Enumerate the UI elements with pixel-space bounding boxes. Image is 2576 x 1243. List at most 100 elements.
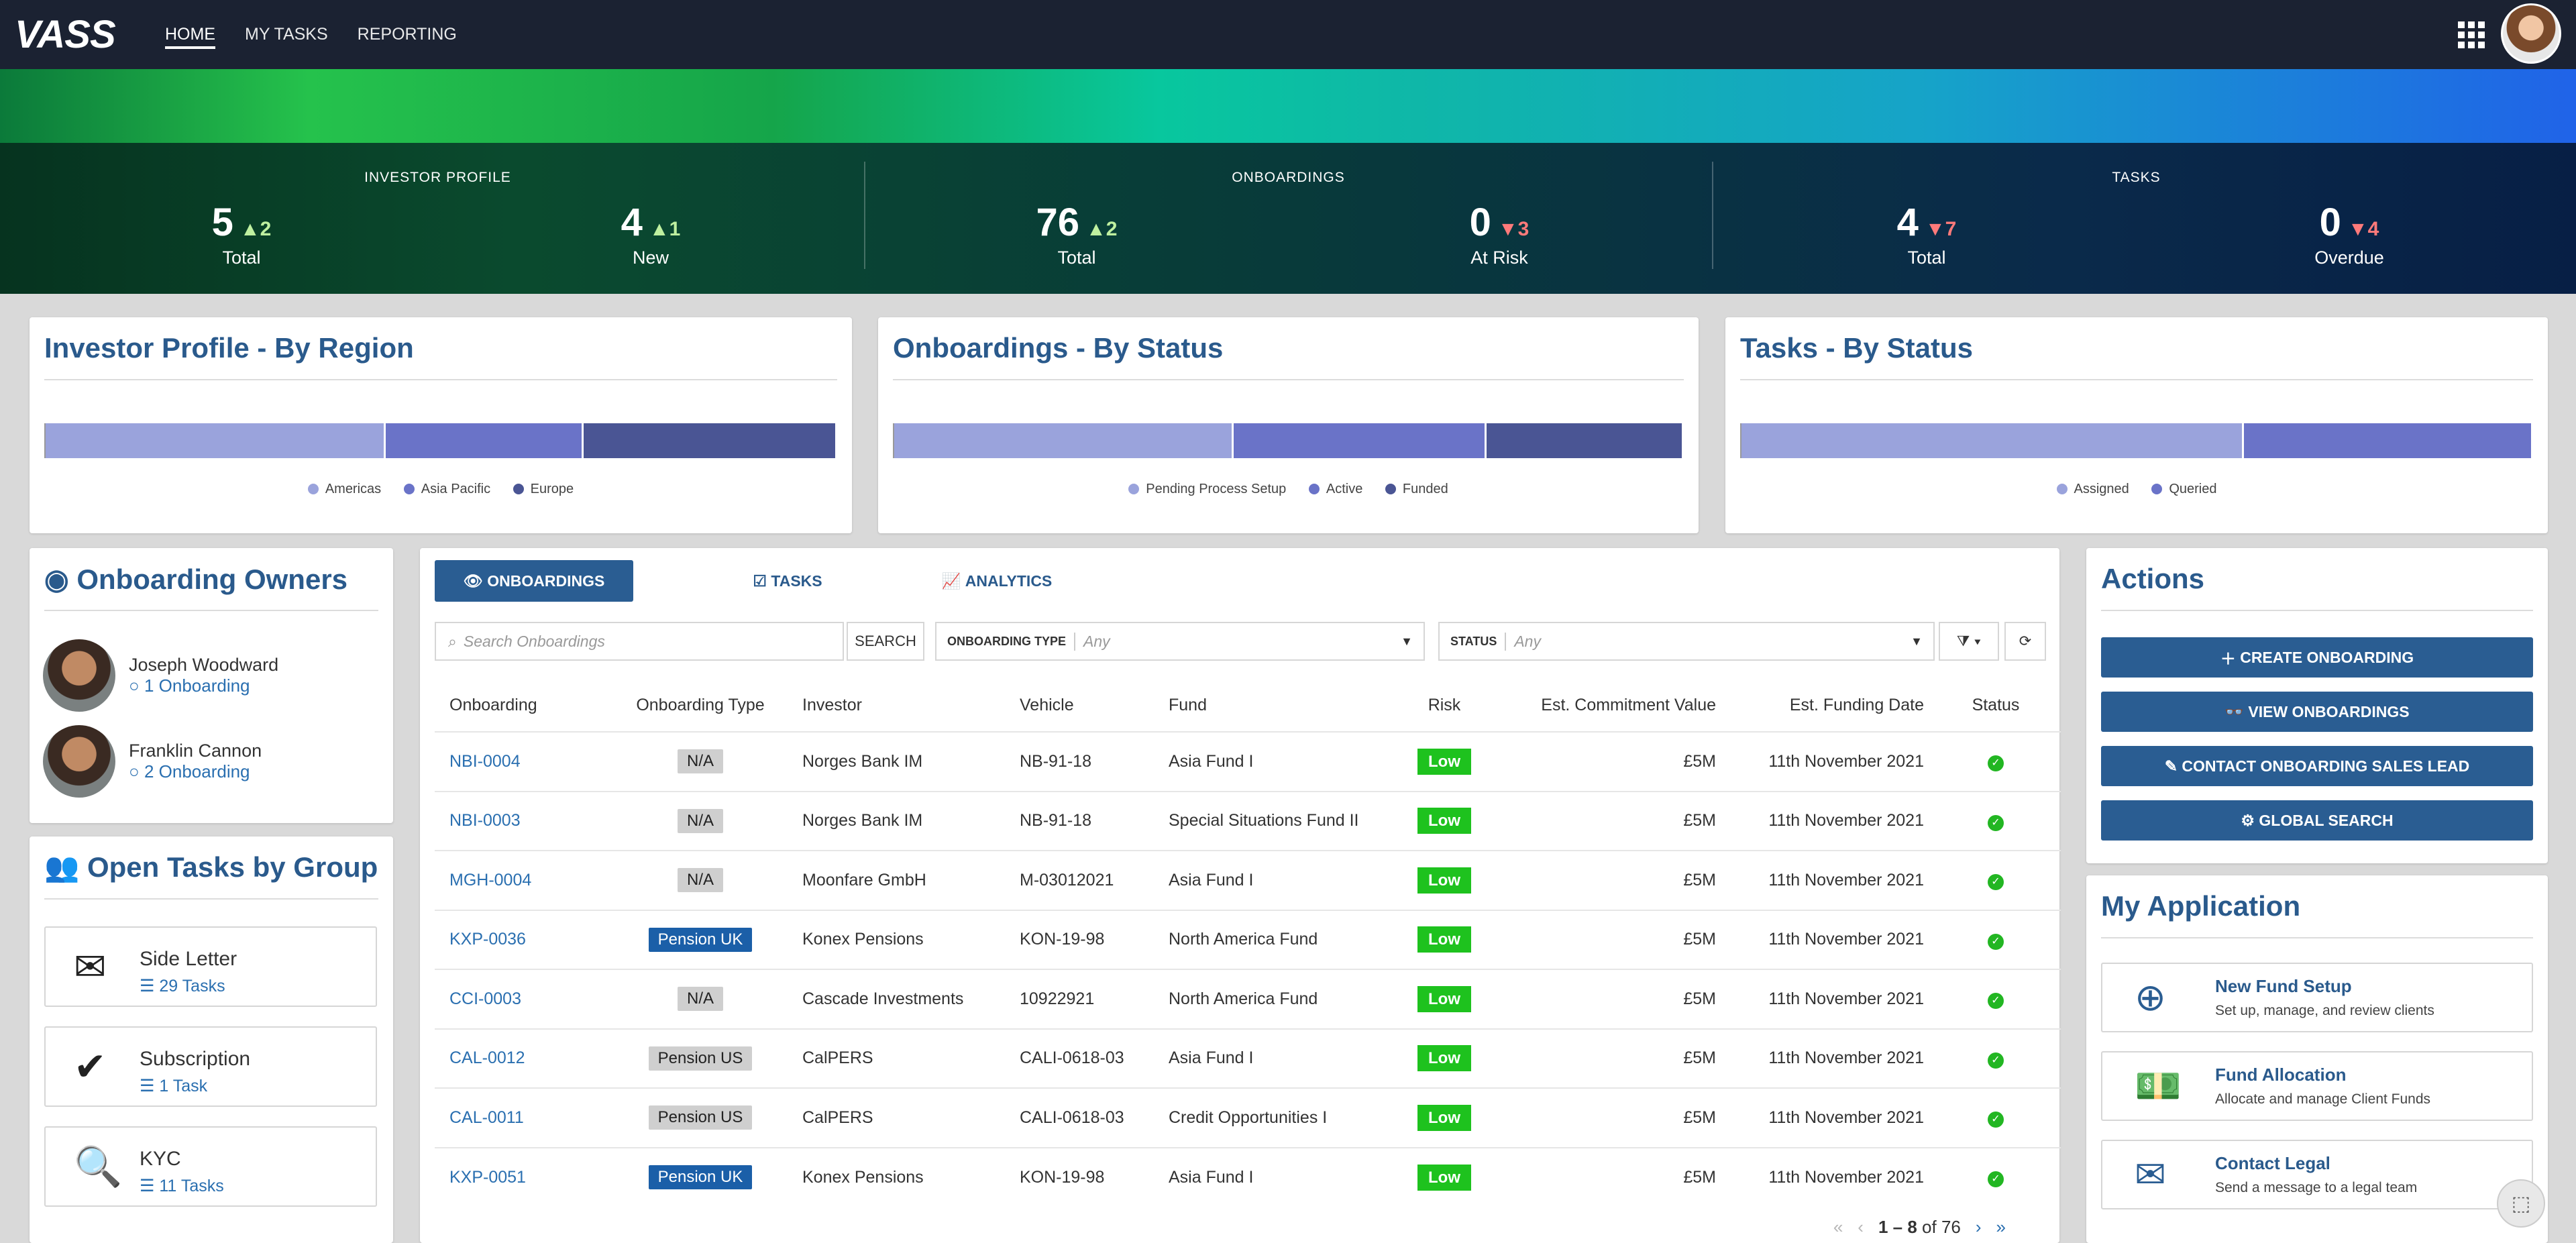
check-icon: ✔ (74, 1045, 107, 1089)
plus-circle-icon: ⊕ (2135, 976, 2166, 1018)
bar-segment-pending[interactable] (894, 423, 1234, 458)
card-title: My Application (2101, 890, 2301, 922)
bar-segment-asia-pacific[interactable] (386, 423, 584, 458)
onboarding-type-select[interactable]: ONBOARDING TYPE Any ▼ (935, 622, 1425, 661)
type-badge: Pension UK (648, 927, 753, 952)
prev-page-icon[interactable]: ‹ (1858, 1217, 1864, 1238)
col-funding-date[interactable]: Est. Funding Date (1716, 680, 1931, 732)
stat-at-risk[interactable]: 0 ▼3 At Risk (1399, 200, 1600, 268)
col-onboarding[interactable]: Onboarding (435, 680, 598, 732)
legend-item[interactable]: Europe (513, 482, 574, 496)
stacked-bar-region[interactable] (44, 423, 837, 458)
bar-segment-funded[interactable] (1486, 423, 1684, 458)
col-commitment[interactable]: Est. Commitment Value (1474, 680, 1716, 732)
app-new-fund-setup[interactable]: ⊕ New Fund Setup Set up, manage, and rev… (2101, 963, 2533, 1032)
task-group-kyc[interactable]: 🔍 KYC ☰ 11 Tasks (44, 1126, 377, 1207)
risk-badge: Low (1417, 1104, 1471, 1131)
global-search-button[interactable]: ⚙ GLOBAL SEARCH (2101, 800, 2533, 841)
col-investor[interactable]: Investor (802, 680, 1020, 732)
list-icon: ☰ (140, 1177, 155, 1195)
tab-tasks[interactable]: ☑ TASKS (687, 560, 888, 602)
bar-segment-active[interactable] (1234, 423, 1487, 458)
stat-new-investors[interactable]: 4 ▲1 New (550, 200, 751, 268)
col-risk[interactable]: Risk (1414, 680, 1474, 732)
pointer-select-icon[interactable]: ⬚ (2497, 1179, 2545, 1228)
legend-item[interactable]: Funded (1385, 482, 1448, 496)
legend-item[interactable]: Queried (2151, 482, 2217, 496)
app-contact-legal[interactable]: ✉ Contact Legal Send a message to a lega… (2101, 1140, 2533, 1209)
stat-overdue[interactable]: 0 ▼4 Overdue (2249, 200, 2450, 268)
line-chart-icon: 📈 (941, 572, 961, 590)
stat-group-title: TASKS (2112, 170, 2161, 185)
check-circle-icon: ✓ (1988, 1112, 2004, 1128)
risk-badge: Low (1417, 1164, 1471, 1191)
circle-icon: ○ (129, 761, 140, 781)
type-badge: Pension US (648, 1046, 753, 1071)
last-page-icon[interactable]: » (1996, 1217, 2006, 1238)
tab-analytics[interactable]: 📈 ANALYTICS (896, 560, 1097, 602)
table-row[interactable]: CCI-0003 N/A Cascade Investments 1092292… (435, 969, 2061, 1029)
col-fund[interactable]: Fund (1169, 680, 1414, 732)
legend-item[interactable]: Pending Process Setup (1128, 482, 1286, 496)
check-circle-icon: ✓ (1988, 755, 2004, 772)
task-group-subscription[interactable]: ✔ Subscription ☰ 1 Task (44, 1026, 377, 1107)
view-onboardings-button[interactable]: 👓 VIEW ONBOARDINGS (2101, 692, 2533, 732)
type-badge: Pension US (648, 1105, 753, 1130)
delta-down-icon: ▼7 (1925, 218, 1957, 240)
col-vehicle[interactable]: Vehicle (1020, 680, 1169, 732)
legend-item[interactable]: Americas (307, 482, 381, 496)
user-avatar[interactable] (2501, 3, 2561, 64)
bar-segment-europe[interactable] (584, 423, 837, 458)
legend-item[interactable]: Assigned (2056, 482, 2129, 496)
owner-row[interactable]: Franklin Cannon ○ 2 Onboarding (43, 724, 262, 798)
tab-onboardings[interactable]: 👁 ONBOARDINGS (435, 560, 633, 602)
filter-button[interactable]: ⧩ ▾ (1939, 622, 1999, 661)
nav-my-tasks[interactable]: MY TASKS (230, 0, 343, 69)
chart-legend: Americas Asia Pacific Europe (30, 482, 852, 497)
stat-total-onboardings[interactable]: 76 ▲2 Total (976, 200, 1177, 268)
contact-sales-lead-button[interactable]: ✎ CONTACT ONBOARDING SALES LEAD (2101, 746, 2533, 786)
list-icon: ☰ (140, 977, 155, 995)
stat-total-investors[interactable]: 5 ▲2 Total (141, 200, 342, 268)
filter-icon: ⧩ ▾ (1956, 633, 1982, 649)
nav-reporting[interactable]: REPORTING (343, 0, 472, 69)
owner-row[interactable]: Joseph Woodward ○ 1 Onboarding (43, 639, 278, 712)
stat-total-tasks[interactable]: 4 ▼7 Total (1826, 200, 2027, 268)
refresh-button[interactable]: ⟳ (2004, 622, 2046, 661)
stat-group-title: ONBOARDINGS (1232, 170, 1345, 185)
table-row[interactable]: KXP-0036 Pension UK Konex Pensions KON-1… (435, 909, 2061, 969)
table-row[interactable]: MGH-0004 N/A Moonfare GmbH M-03012021 As… (435, 850, 2061, 910)
owner-avatar (43, 639, 115, 712)
nav-home[interactable]: HOME (150, 0, 230, 69)
col-status[interactable]: Status (1931, 680, 2061, 732)
table-row[interactable]: KXP-0051 Pension UK Konex Pensions KON-1… (435, 1146, 2061, 1207)
first-page-icon[interactable]: « (1833, 1217, 1843, 1238)
stacked-bar-tasks[interactable] (1740, 423, 2533, 458)
search-button[interactable]: SEARCH (847, 622, 924, 661)
table-row[interactable]: CAL-0012 Pension US CalPERS CALI-0618-03… (435, 1028, 2061, 1088)
task-group-side-letter[interactable]: ✉ Side Letter ☰ 29 Tasks (44, 926, 377, 1007)
status-select[interactable]: STATUS Any ▼ (1438, 622, 1935, 661)
stacked-bar-status[interactable] (893, 423, 1684, 458)
create-onboarding-button[interactable]: ＋ CREATE ONBOARDING (2101, 637, 2533, 678)
top-navbar: VASS HOME MY TASKS REPORTING (0, 0, 2576, 69)
bar-segment-assigned[interactable] (1741, 423, 2245, 458)
bar-segment-queried[interactable] (2244, 423, 2533, 458)
users-icon: 👥 (44, 851, 80, 883)
next-page-icon[interactable]: › (1976, 1217, 1982, 1238)
table-row[interactable]: NBI-0004 N/A Norges Bank IM NB-91-18 Asi… (435, 731, 2061, 792)
search-input[interactable]: ⌕ Search Onboardings (435, 622, 844, 661)
type-badge: Pension UK (648, 1165, 753, 1190)
checkbox-icon: ☑ (753, 572, 767, 590)
legend-item[interactable]: Active (1308, 482, 1362, 496)
table-row[interactable]: NBI-0003 N/A Norges Bank IM NB-91-18 Spe… (435, 790, 2061, 851)
col-type[interactable]: Onboarding Type (598, 680, 802, 732)
table-row[interactable]: CAL-0011 Pension US CalPERS CALI-0618-03… (435, 1087, 2061, 1148)
legend-item[interactable]: Asia Pacific (403, 482, 490, 496)
delta-down-icon: ▼3 (1497, 218, 1529, 240)
logo[interactable]: VASS (15, 12, 116, 57)
apps-grid-icon[interactable] (2458, 21, 2485, 48)
bar-segment-americas[interactable] (46, 423, 386, 458)
app-fund-allocation[interactable]: 💵 Fund Allocation Allocate and manage Cl… (2101, 1051, 2533, 1121)
cogs-icon: ⚙ (2241, 811, 2255, 829)
